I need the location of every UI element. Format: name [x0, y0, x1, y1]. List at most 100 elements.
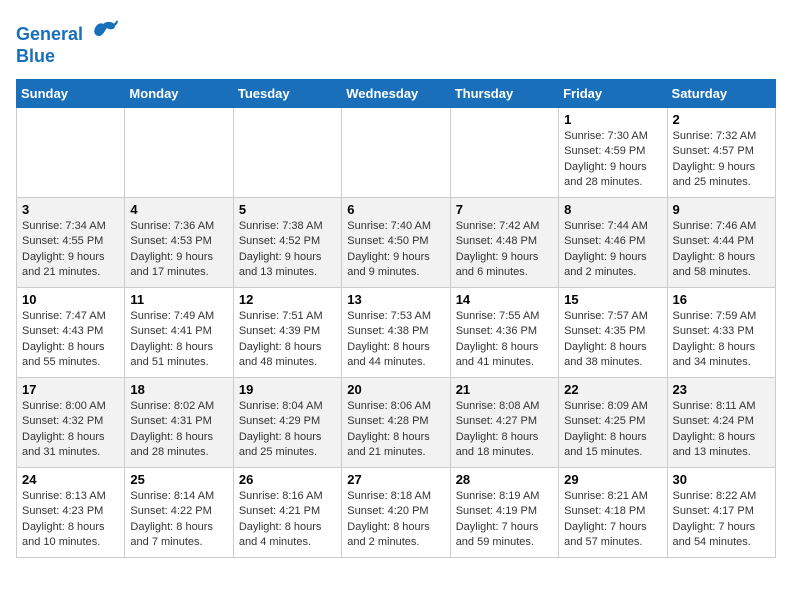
day-number: 30 — [673, 472, 770, 487]
day-info: Sunrise: 7:40 AMSunset: 4:50 PMDaylight:… — [347, 219, 444, 281]
day-number: 12 — [239, 292, 336, 307]
calendar-week-row: 24Sunrise: 8:13 AMSunset: 4:23 PMDayligh… — [17, 467, 776, 557]
day-number: 27 — [347, 472, 444, 487]
calendar-cell: 11 Sunrise: 7:49 AMSunset: 4:41 PMDayligh… — [125, 287, 233, 377]
day-info: Sunrise: 8:09 AMSunset: 4:25 PMDaylight:… — [564, 399, 661, 461]
calendar-cell: 21 Sunrise: 8:08 AMSunset: 4:27 PMDayligh… — [450, 377, 558, 467]
calendar-cell: 19 Sunrise: 8:04 AMSunset: 4:29 PMDayligh… — [233, 377, 341, 467]
day-number: 8 — [564, 202, 661, 217]
calendar-cell: 28 Sunrise: 8:19 AMSunset: 4:19 PMDayligh… — [450, 467, 558, 557]
calendar-week-row: 3 Sunrise: 7:34 AMSunset: 4:55 PMDaylight… — [17, 197, 776, 287]
day-number: 21 — [456, 382, 553, 397]
calendar-cell: 20 Sunrise: 8:06 AMSunset: 4:28 PMDayligh… — [342, 377, 450, 467]
day-number: 19 — [239, 382, 336, 397]
calendar-cell: 12 Sunrise: 7:51 AMSunset: 4:39 PMDayligh… — [233, 287, 341, 377]
day-info: Sunrise: 8:02 AMSunset: 4:31 PMDaylight:… — [130, 399, 227, 461]
day-info: Sunrise: 7:46 AMSunset: 4:44 PMDaylight:… — [673, 219, 770, 281]
calendar-cell — [233, 107, 341, 197]
calendar-cell: 7Sunrise: 7:42 AMSunset: 4:48 PMDaylight… — [450, 197, 558, 287]
logo-text: General — [16, 25, 83, 45]
day-number: 1 — [564, 112, 661, 127]
column-header-thursday: Thursday — [450, 79, 558, 107]
day-number: 4 — [130, 202, 227, 217]
day-info: Sunrise: 8:22 AMSunset: 4:17 PMDaylight:… — [673, 489, 770, 551]
column-header-tuesday: Tuesday — [233, 79, 341, 107]
calendar-cell: 10 Sunrise: 7:47 AMSunset: 4:43 PMDayligh… — [17, 287, 125, 377]
day-number: 14 — [456, 292, 553, 307]
day-info: Sunrise: 8:18 AMSunset: 4:20 PMDaylight:… — [347, 489, 444, 551]
day-number: 10 — [22, 292, 119, 307]
day-number: 2 — [673, 112, 770, 127]
day-info: Sunrise: 8:19 AMSunset: 4:19 PMDaylight:… — [456, 489, 553, 551]
calendar-cell: 18 Sunrise: 8:02 AMSunset: 4:31 PMDayligh… — [125, 377, 233, 467]
day-number: 20 — [347, 382, 444, 397]
logo: General Blue — [16, 16, 119, 67]
column-header-sunday: Sunday — [17, 79, 125, 107]
calendar-cell: 29 Sunrise: 8:21 AMSunset: 4:18 PMDayligh… — [559, 467, 667, 557]
calendar-cell: 25Sunrise: 8:14 AMSunset: 4:22 PMDayligh… — [125, 467, 233, 557]
day-info: Sunrise: 8:13 AMSunset: 4:23 PMDaylight:… — [22, 489, 119, 551]
day-info: Sunrise: 7:32 AMSunset: 4:57 PMDaylight:… — [673, 129, 770, 191]
day-number: 16 — [673, 292, 770, 307]
calendar-cell: 15Sunrise: 7:57 AMSunset: 4:35 PMDayligh… — [559, 287, 667, 377]
calendar-cell: 5 Sunrise: 7:38 AMSunset: 4:52 PMDaylight… — [233, 197, 341, 287]
day-number: 17 — [22, 382, 119, 397]
calendar-week-row: 10 Sunrise: 7:47 AMSunset: 4:43 PMDayligh… — [17, 287, 776, 377]
day-info: Sunrise: 7:47 AMSunset: 4:43 PMDaylight:… — [22, 309, 119, 371]
day-number: 11 — [130, 292, 227, 307]
calendar-cell: 8 Sunrise: 7:44 AMSunset: 4:46 PMDaylight… — [559, 197, 667, 287]
day-number: 26 — [239, 472, 336, 487]
day-info: Sunrise: 7:57 AMSunset: 4:35 PMDaylight:… — [564, 309, 661, 371]
day-info: Sunrise: 8:21 AMSunset: 4:18 PMDaylight:… — [564, 489, 661, 551]
column-header-saturday: Saturday — [667, 79, 775, 107]
day-info: Sunrise: 7:44 AMSunset: 4:46 PMDaylight:… — [564, 219, 661, 281]
day-info: Sunrise: 8:04 AMSunset: 4:29 PMDaylight:… — [239, 399, 336, 461]
day-info: Sunrise: 8:08 AMSunset: 4:27 PMDaylight:… — [456, 399, 553, 461]
calendar-cell: 30 Sunrise: 8:22 AMSunset: 4:17 PMDayligh… — [667, 467, 775, 557]
calendar-cell: 16 Sunrise: 7:59 AMSunset: 4:33 PMDayligh… — [667, 287, 775, 377]
calendar-header-row: SundayMondayTuesdayWednesdayThursdayFrid… — [17, 79, 776, 107]
day-number: 23 — [673, 382, 770, 397]
day-info: Sunrise: 7:49 AMSunset: 4:41 PMDaylight:… — [130, 309, 227, 371]
calendar-cell — [125, 107, 233, 197]
day-info: Sunrise: 7:34 AMSunset: 4:55 PMDaylight:… — [22, 219, 119, 281]
day-info: Sunrise: 8:11 AMSunset: 4:24 PMDaylight:… — [673, 399, 770, 461]
day-number: 7 — [456, 202, 553, 217]
calendar-cell: 13 Sunrise: 7:53 AMSunset: 4:38 PMDayligh… — [342, 287, 450, 377]
calendar-cell: 26 Sunrise: 8:16 AMSunset: 4:21 PMDayligh… — [233, 467, 341, 557]
day-info: Sunrise: 8:06 AMSunset: 4:28 PMDaylight:… — [347, 399, 444, 461]
calendar-cell: 9Sunrise: 7:46 AMSunset: 4:44 PMDaylight… — [667, 197, 775, 287]
day-number: 28 — [456, 472, 553, 487]
calendar-cell: 24Sunrise: 8:13 AMSunset: 4:23 PMDayligh… — [17, 467, 125, 557]
day-info: Sunrise: 7:59 AMSunset: 4:33 PMDaylight:… — [673, 309, 770, 371]
calendar-cell: 22Sunrise: 8:09 AMSunset: 4:25 PMDayligh… — [559, 377, 667, 467]
day-number: 3 — [22, 202, 119, 217]
day-info: Sunrise: 7:51 AMSunset: 4:39 PMDaylight:… — [239, 309, 336, 371]
column-header-wednesday: Wednesday — [342, 79, 450, 107]
calendar-cell: 17Sunrise: 8:00 AMSunset: 4:32 PMDayligh… — [17, 377, 125, 467]
day-info: Sunrise: 7:38 AMSunset: 4:52 PMDaylight:… — [239, 219, 336, 281]
calendar-table: SundayMondayTuesdayWednesdayThursdayFrid… — [16, 79, 776, 558]
day-info: Sunrise: 7:55 AMSunset: 4:36 PMDaylight:… — [456, 309, 553, 371]
page-header: General Blue — [16, 16, 776, 67]
day-number: 25 — [130, 472, 227, 487]
logo-bird-icon — [87, 16, 119, 53]
day-number: 29 — [564, 472, 661, 487]
calendar-week-row: 17Sunrise: 8:00 AMSunset: 4:32 PMDayligh… — [17, 377, 776, 467]
calendar-cell: 27 Sunrise: 8:18 AMSunset: 4:20 PMDayligh… — [342, 467, 450, 557]
day-number: 5 — [239, 202, 336, 217]
calendar-cell: 1Sunrise: 7:30 AMSunset: 4:59 PMDaylight… — [559, 107, 667, 197]
column-header-friday: Friday — [559, 79, 667, 107]
day-number: 18 — [130, 382, 227, 397]
column-header-monday: Monday — [125, 79, 233, 107]
day-number: 13 — [347, 292, 444, 307]
calendar-cell — [450, 107, 558, 197]
calendar-cell: 23 Sunrise: 8:11 AMSunset: 4:24 PMDayligh… — [667, 377, 775, 467]
calendar-cell: 4Sunrise: 7:36 AMSunset: 4:53 PMDaylight… — [125, 197, 233, 287]
calendar-cell — [17, 107, 125, 197]
day-info: Sunrise: 7:53 AMSunset: 4:38 PMDaylight:… — [347, 309, 444, 371]
calendar-week-row: 1Sunrise: 7:30 AMSunset: 4:59 PMDaylight… — [17, 107, 776, 197]
calendar-cell: 6 Sunrise: 7:40 AMSunset: 4:50 PMDaylight… — [342, 197, 450, 287]
day-number: 6 — [347, 202, 444, 217]
day-info: Sunrise: 8:16 AMSunset: 4:21 PMDaylight:… — [239, 489, 336, 551]
